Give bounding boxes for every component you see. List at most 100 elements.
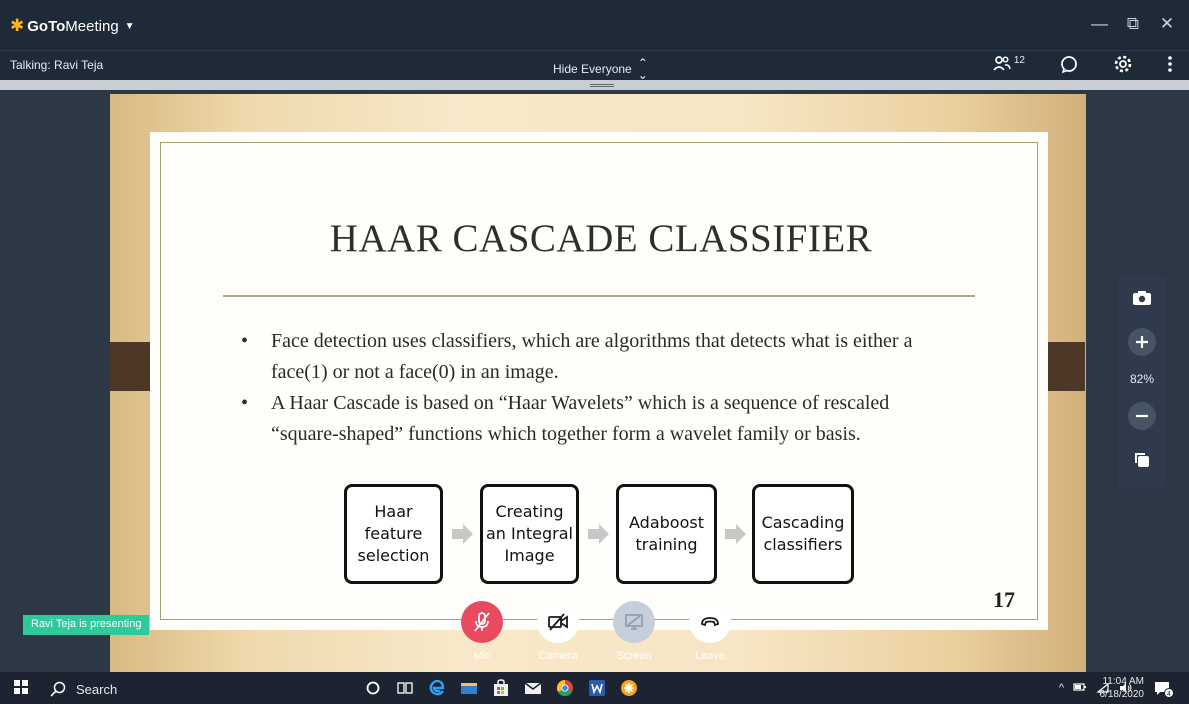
mic-circle xyxy=(461,601,503,643)
process-flow: Haar feature selection Creating an Integ… xyxy=(344,484,854,586)
taskbar-apps xyxy=(357,676,645,700)
flow-step-adaboost: Adaboost training xyxy=(616,484,717,584)
settings-button[interactable] xyxy=(1113,54,1133,74)
mail-button[interactable] xyxy=(517,676,549,700)
grip-icon xyxy=(590,84,614,87)
brand-suffix: Meeting xyxy=(65,17,119,35)
task-view-button[interactable] xyxy=(389,676,421,700)
clock-date: 6/18/2020 xyxy=(1099,689,1145,700)
gotomeeting-star-icon: ✱ xyxy=(10,16,25,35)
title-divider xyxy=(223,295,975,297)
minimize-button[interactable]: — xyxy=(1091,14,1108,34)
notification-count: 4 xyxy=(1167,691,1171,698)
bullet-item: Face detection uses classifiers, which a… xyxy=(241,326,961,388)
taskbar-clock[interactable]: 11:04 AM 6/18/2020 xyxy=(1092,675,1145,701)
word-button[interactable] xyxy=(581,676,613,700)
chat-bubble-icon xyxy=(1061,56,1077,74)
right-arrow-icon xyxy=(452,524,473,544)
search-icon xyxy=(50,681,66,697)
task-view-icon xyxy=(397,682,413,694)
right-arrow-icon xyxy=(588,524,609,544)
close-button[interactable]: ✕ xyxy=(1159,14,1175,34)
leave-button[interactable]: Leave xyxy=(689,601,731,662)
presenter-badge: Ravi Teja is presenting xyxy=(23,615,150,635)
talking-indicator: Talking: Ravi Teja xyxy=(10,58,104,72)
battery-icon xyxy=(1073,683,1086,691)
bullet-item: A Haar Cascade is based on “Haar Wavelet… xyxy=(241,388,961,450)
screen-share-button[interactable]: Screen xyxy=(613,601,655,662)
title-bar: ✱ GoTo Meeting ▼ — ⧉ ✕ xyxy=(0,0,1189,50)
mail-envelope-icon xyxy=(524,682,542,694)
flow-step-label: Cascading classifiers xyxy=(761,513,845,554)
action-center-button[interactable]: 4 xyxy=(1154,680,1174,703)
gear-icon xyxy=(1114,55,1132,73)
meeting-toolbar: Talking: Ravi Teja Hide Everyone ⌃ ⌄ 12 xyxy=(0,50,1189,81)
more-options-button[interactable] xyxy=(1167,55,1173,73)
flow-step-label: Creating an Integral Image xyxy=(486,502,573,565)
panel-resize-handle[interactable] xyxy=(0,80,1189,90)
file-explorer-button[interactable] xyxy=(453,676,485,700)
show-hidden-icons-button[interactable]: ^ xyxy=(1059,682,1064,694)
pop-out-button[interactable] xyxy=(1128,446,1156,474)
word-icon xyxy=(589,680,605,696)
folder-icon xyxy=(461,683,477,694)
cortana-circle-icon xyxy=(366,681,380,695)
snapshot-button[interactable] xyxy=(1128,284,1156,312)
search-label: Search xyxy=(76,681,118,697)
clock-time: 11:04 AM xyxy=(1102,676,1144,687)
leave-circle xyxy=(689,601,731,643)
window-controls: — ⧉ ✕ xyxy=(1091,14,1175,34)
restore-button[interactable]: ⧉ xyxy=(1125,14,1141,34)
slide: HAAR CASCADE CLASSIFIER Face detection u… xyxy=(150,132,1048,630)
shopping-bag-icon xyxy=(494,679,508,696)
brand-prefix: GoTo xyxy=(27,17,66,35)
meeting-controls: Mic Camera Screen Leave xyxy=(461,601,731,671)
windows-logo-icon xyxy=(14,680,28,694)
flow-step-cascading: Cascading classifiers xyxy=(752,484,854,584)
vertical-dots-icon xyxy=(1168,56,1172,72)
chrome-icon xyxy=(556,679,573,697)
zoom-level: 82% xyxy=(1129,372,1155,386)
chrome-button[interactable] xyxy=(549,676,581,700)
screen-label: Screen xyxy=(616,650,652,662)
camera-button[interactable]: Camera xyxy=(537,601,579,662)
edge-browser-icon xyxy=(429,679,445,696)
right-arrow-icon xyxy=(725,524,746,544)
slide-number: 17 xyxy=(993,587,1015,612)
camera-label: Camera xyxy=(538,650,578,662)
copy-window-icon xyxy=(1135,453,1149,467)
bullet-list: Face detection uses classifiers, which a… xyxy=(241,326,961,450)
view-mode-label: Hide Everyone xyxy=(553,62,632,76)
taskbar-search[interactable]: Search xyxy=(50,680,330,698)
store-button[interactable] xyxy=(485,676,517,700)
chat-button[interactable] xyxy=(1059,54,1079,74)
camera-icon xyxy=(1133,291,1151,305)
gotomeeting-taskbar-button[interactable] xyxy=(613,676,645,700)
view-mode-selector[interactable]: Hide Everyone ⌃ ⌄ xyxy=(553,57,648,81)
camera-off-icon xyxy=(548,613,568,631)
muted-mic-icon xyxy=(474,612,490,632)
gotomeeting-star-icon xyxy=(621,680,637,696)
plus-icon xyxy=(1136,336,1148,348)
attendee-count: 12 xyxy=(1013,54,1025,66)
flow-step-integral: Creating an Integral Image xyxy=(480,484,579,584)
mic-label: Mic xyxy=(473,650,491,662)
minus-icon xyxy=(1136,414,1148,418)
edge-button[interactable] xyxy=(421,676,453,700)
windows-taskbar: Search ^ 11:04 AM 6/18/2020 4 xyxy=(0,672,1189,704)
mic-button[interactable]: Mic xyxy=(461,601,503,662)
caret-down-icon: ▼ xyxy=(124,20,135,32)
app-menu[interactable]: ✱ GoTo Meeting ▼ xyxy=(10,15,135,37)
leave-label: Leave xyxy=(695,650,725,662)
zoom-out-button[interactable] xyxy=(1128,402,1156,430)
attendees-button[interactable]: 12 xyxy=(992,55,1025,73)
start-button[interactable] xyxy=(14,680,28,699)
flow-step-label: Adaboost training xyxy=(629,513,704,554)
zoom-panel: 82% xyxy=(1118,276,1166,488)
zoom-in-button[interactable] xyxy=(1128,328,1156,356)
hang-up-phone-icon xyxy=(701,617,719,627)
shared-screen-area: HAAR CASCADE CLASSIFIER Face detection u… xyxy=(0,80,1189,672)
cortana-button[interactable] xyxy=(357,676,389,700)
slide-title: HAAR CASCADE CLASSIFIER xyxy=(329,217,873,260)
up-down-chevron-icon: ⌃ ⌄ xyxy=(637,56,648,82)
